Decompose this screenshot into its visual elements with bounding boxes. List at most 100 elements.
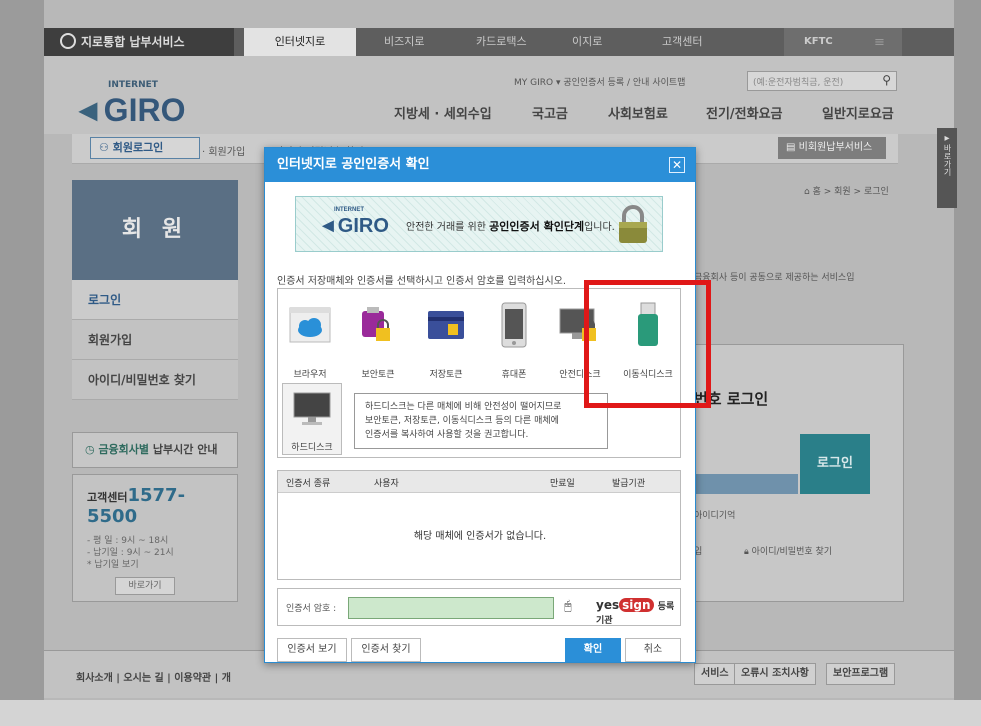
- phone-icon: [484, 299, 544, 351]
- browser-icon: [280, 299, 340, 351]
- tab-easygiro[interactable]: 이지로: [572, 28, 602, 56]
- breadcrumb-text: 홈 > 회원 > 로그인: [812, 187, 889, 197]
- tab-customer-center[interactable]: 고객센터: [662, 28, 702, 56]
- banner-pre: 안전한 거래를 위한: [406, 222, 486, 233]
- media-mobile-phone-label: 휴대폰: [501, 370, 527, 380]
- tab-biz-giro[interactable]: 비즈지로: [384, 28, 424, 56]
- dialog-title: 인터넷지로 공인인증서 확인: [277, 157, 430, 172]
- clock-icon: ◷: [85, 443, 99, 456]
- banner-post: 입니다.: [584, 222, 615, 233]
- go-button[interactable]: 바로가기: [115, 577, 175, 595]
- hours-weekday: - 평 일 : 9시 ~ 18시: [87, 536, 169, 546]
- banner-text: 안전한 거래를 위한 공인인증서 확인단계입니다.: [406, 218, 615, 234]
- sidetab-label: 바로가기: [943, 144, 952, 176]
- search-input[interactable]: (예:운전자범칙금, 운전) ⚲: [747, 71, 897, 91]
- nonmember-label: 비회원납부서비스: [798, 142, 873, 153]
- side-quick-tab[interactable]: ▸ 바로가기: [937, 128, 957, 208]
- customer-center-box: 고객센터1577-5500 - 평 일 : 9시 ~ 18시 - 납기일 : 9…: [72, 474, 238, 602]
- security-token-icon: [348, 299, 408, 351]
- password-row: 인증서 암호 : 🖰︎ yes sign 등록기관: [277, 588, 681, 626]
- sidebar-item-signup[interactable]: 회원가입: [72, 320, 238, 360]
- media-storage-token[interactable]: 저장토큰: [416, 299, 476, 380]
- yessign-yes: yes: [596, 598, 620, 612]
- monitor-icon: [283, 384, 341, 434]
- padlock-icon: [619, 205, 647, 243]
- footer-service-button[interactable]: 서비스: [694, 663, 736, 685]
- home-icon: ⌂: [804, 187, 813, 197]
- nav-local-tax[interactable]: 지방세 · 세외수입: [394, 103, 492, 122]
- col-expiry[interactable]: 만료일: [550, 476, 575, 489]
- sidebar: 회 원 로그인 회원가입 아이디/비밀번호 찾기: [72, 180, 238, 400]
- yessign-sign: sign: [619, 598, 654, 612]
- lock-small-icon: 🔒︎: [744, 547, 752, 557]
- certificate-password-input[interactable]: [348, 597, 554, 619]
- dialog-title-bar: 인터넷지로 공인인증서 확인 ✕: [265, 148, 695, 182]
- footer-security-button[interactable]: 보안프로그램: [826, 663, 896, 685]
- footer-error-button[interactable]: 오류시 조치사항: [734, 663, 816, 685]
- media-browser-label: 브라우저: [293, 370, 327, 380]
- certificate-table-header: 인증서 종류 사용자 만료일 발급기관: [278, 471, 680, 493]
- cancel-button[interactable]: 취소: [625, 638, 681, 662]
- view-certificate-button[interactable]: 인증서 보기: [277, 638, 347, 662]
- confirm-button[interactable]: 확인: [565, 638, 621, 662]
- header: INTERNET ◄GIRO MY GIRO ▾ 공인인증서 등록 / 안내 사…: [44, 56, 954, 134]
- tab-internet-giro[interactable]: 인터넷지로: [244, 28, 356, 56]
- brand[interactable]: 지로통합 납부서비스: [44, 28, 234, 56]
- notice-label: 금융회사별: [98, 443, 150, 456]
- search-icon[interactable]: ⚲: [882, 73, 891, 87]
- login-button[interactable]: 로그인: [800, 434, 870, 494]
- empty-message: 해당 매체에 인증서가 없습니다.: [413, 531, 547, 542]
- tab-cardrotax[interactable]: 카드로택스: [476, 28, 527, 56]
- col-cert-type[interactable]: 인증서 종류: [286, 476, 330, 489]
- logo-text: GIRO: [103, 92, 186, 128]
- login-input-bg[interactable]: [694, 474, 798, 494]
- remember-id[interactable]: 아이디기억: [694, 508, 735, 521]
- nonmember-button[interactable]: ▤ 비회원납부서비스: [778, 137, 886, 159]
- nav-social-insurance[interactable]: 사회보험료: [608, 103, 668, 122]
- list-icon: ▤: [786, 142, 799, 153]
- col-user[interactable]: 사용자: [374, 476, 399, 489]
- instruction-text: 인증서 저장매체와 인증서를 선택하시고 인증서 암호를 입력하십시오.: [277, 276, 567, 287]
- close-icon[interactable]: ✕: [669, 157, 685, 173]
- media-browser[interactable]: 브라우저: [280, 299, 340, 380]
- menu-icon[interactable]: ≡: [874, 35, 885, 50]
- tooltip-line-3: 인증서를 복사하여 사용할 것을 권고합니다.: [365, 430, 529, 440]
- cc-label: 고객센터: [87, 491, 128, 504]
- mouse-icon[interactable]: 🖰︎: [564, 599, 572, 614]
- giro-logo[interactable]: ◄GIRO: [72, 92, 185, 129]
- sidebar-item-find[interactable]: 아이디/비밀번호 찾기: [72, 360, 238, 400]
- nav-general-giro[interactable]: 일반지로요금: [822, 103, 894, 122]
- hard-disk-tooltip: 하드디스크는 다른 매체에 비해 안전성이 떨어지므로 보안토큰, 저장토큰, …: [354, 393, 608, 449]
- util-links[interactable]: MY GIRO ▾ 공인인증서 등록 / 안내 사이트맵: [514, 75, 685, 88]
- media-security-token[interactable]: 보안토큰: [348, 299, 408, 380]
- banner-logo-small: INTERNET: [334, 207, 364, 213]
- media-security-token-label: 보안토큰: [361, 370, 395, 380]
- signup-link[interactable]: · 회원가입: [202, 143, 245, 158]
- banner-logo-text: GIRO: [337, 215, 389, 237]
- hours-due: - 납기일 : 9시 ~ 21시: [87, 548, 174, 558]
- panel-find-link[interactable]: 🔒︎ 아이디/비밀번호 찾기: [744, 544, 832, 557]
- user-icon: ⚇: [99, 141, 113, 154]
- search-placeholder: (예:운전자범칙금, 운전): [753, 78, 844, 88]
- banner-swoosh: ◄: [318, 215, 338, 237]
- member-login-button[interactable]: ⚇ 회원로그인: [90, 137, 200, 159]
- media-mobile-phone[interactable]: 휴대폰: [484, 299, 544, 380]
- bottom-strip: [0, 700, 981, 726]
- sidebar-item-login[interactable]: 로그인: [72, 280, 238, 320]
- logo-internet: INTERNET: [108, 80, 158, 90]
- payment-time-notice[interactable]: ◷ 금융회사별 납부시간 안내: [72, 432, 238, 468]
- highlight-box: [584, 280, 711, 408]
- find-certificate-button[interactable]: 인증서 찾기: [351, 638, 421, 662]
- nav-national-treasury[interactable]: 국고금: [532, 103, 568, 122]
- nav-utility[interactable]: 전기/전화요금: [706, 103, 783, 122]
- footer-links[interactable]: 회사소개 | 오시는 길 | 이용약관 | 개: [76, 669, 231, 684]
- brand-label: 지로통합 납부서비스: [81, 35, 185, 49]
- hours-due-view: * 납기일 보기: [87, 560, 139, 570]
- col-issuer[interactable]: 발급기관: [612, 476, 645, 489]
- media-hard-disk[interactable]: 하드디스크: [282, 383, 342, 455]
- panel-find-label: 아이디/비밀번호 찾기: [751, 547, 833, 557]
- member-login-label: 회원로그인: [112, 141, 164, 154]
- yessign-logo: yes sign 등록기관: [596, 598, 680, 626]
- tooltip-line-1: 하드디스크는 다른 매체에 비해 안전성이 떨어지므로: [365, 402, 562, 412]
- media-hard-disk-label: 하드디스크: [291, 443, 333, 453]
